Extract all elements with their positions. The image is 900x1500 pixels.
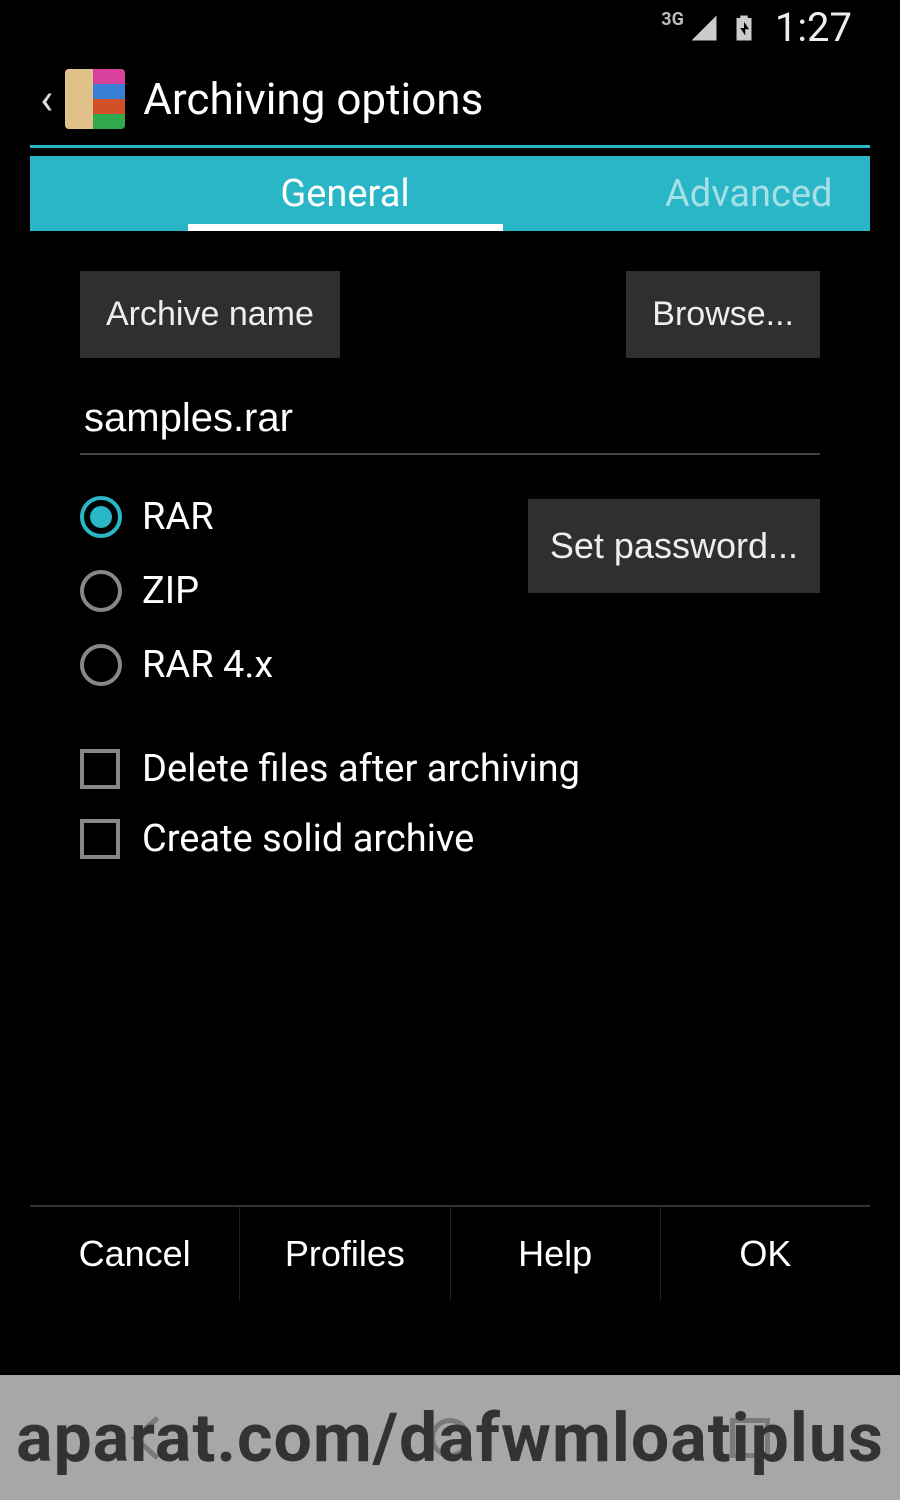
content-area: Archive name Browse... RAR ZIP RAR 4.x S	[30, 231, 870, 861]
radio-icon	[80, 644, 122, 686]
app-icon[interactable]	[65, 69, 125, 129]
bottom-action-bar: Cancel Profiles Help OK	[30, 1205, 870, 1300]
radio-zip-label: ZIP	[142, 569, 199, 613]
help-button[interactable]: Help	[451, 1207, 661, 1300]
tab-bar: General Advanced	[30, 156, 870, 231]
radio-rar-label: RAR	[142, 495, 214, 539]
tab-advanced-label: Advanced	[665, 172, 832, 216]
radio-icon	[80, 570, 122, 612]
ok-button[interactable]: OK	[661, 1207, 870, 1300]
app-screen: 3G 1:27 ‹ Archiving options General Adva…	[30, 0, 870, 1300]
tab-advanced[interactable]: Advanced	[660, 156, 870, 231]
title-bar: ‹ Archiving options	[30, 55, 870, 145]
cancel-button[interactable]: Cancel	[30, 1207, 240, 1300]
checkbox-icon	[80, 819, 120, 859]
format-radio-group: RAR ZIP RAR 4.x	[80, 495, 528, 717]
radio-icon	[80, 496, 122, 538]
profiles-button[interactable]: Profiles	[240, 1207, 450, 1300]
clock-time: 1:27	[775, 4, 852, 51]
page-title: Archiving options	[143, 73, 483, 125]
set-password-button[interactable]: Set password...	[528, 499, 820, 593]
tab-general[interactable]: General	[30, 156, 660, 231]
back-icon[interactable]: ‹	[36, 77, 57, 121]
signal-icon	[689, 13, 719, 43]
battery-charging-icon	[729, 13, 759, 43]
radio-zip[interactable]: ZIP	[80, 569, 528, 613]
status-bar: 3G 1:27	[30, 0, 870, 55]
browse-button[interactable]: Browse...	[626, 271, 820, 358]
network-3g-label: 3G	[661, 9, 684, 30]
checkbox-solid-archive[interactable]: Create solid archive	[80, 817, 820, 861]
checkbox-delete-after[interactable]: Delete files after archiving	[80, 747, 820, 791]
checkbox-solid-archive-label: Create solid archive	[142, 817, 474, 861]
radio-rar4x[interactable]: RAR 4.x	[80, 643, 528, 687]
archive-name-button[interactable]: Archive name	[80, 271, 340, 358]
archive-name-input[interactable]	[80, 388, 820, 455]
tab-general-label: General	[280, 172, 409, 216]
checkbox-delete-after-label: Delete files after archiving	[142, 747, 580, 791]
checkbox-icon	[80, 749, 120, 789]
watermark-text: aparat.com/dafwmloatiplus	[0, 1375, 900, 1500]
radio-rar[interactable]: RAR	[80, 495, 528, 539]
divider	[30, 145, 870, 148]
radio-rar4x-label: RAR 4.x	[142, 643, 273, 687]
